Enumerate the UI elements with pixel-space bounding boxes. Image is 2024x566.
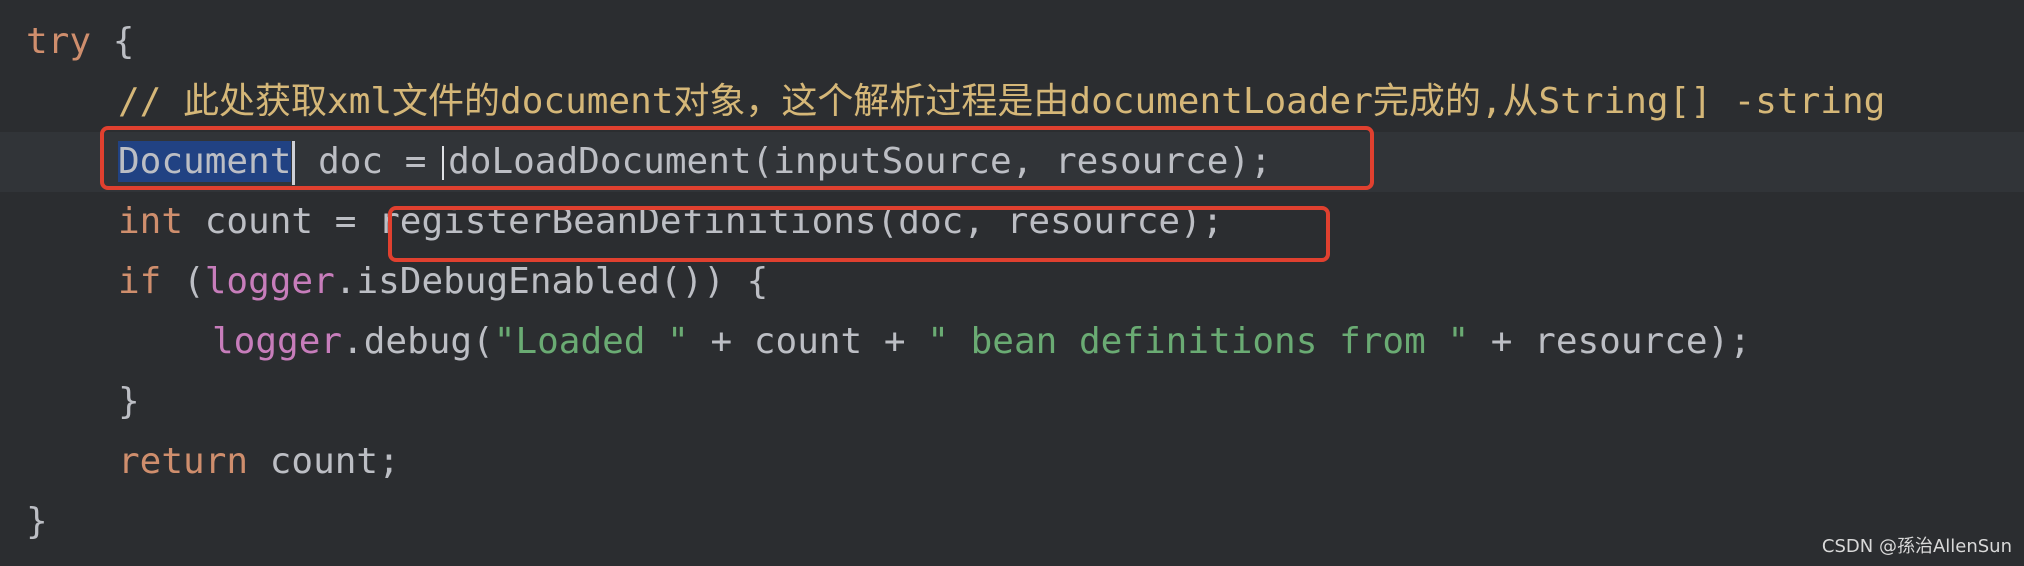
field-logger[interactable]: logger bbox=[205, 261, 335, 302]
string-literal: " bean definitions from " bbox=[927, 321, 1470, 362]
highlight-box-register bbox=[388, 206, 1330, 262]
code-paren: ( bbox=[161, 261, 205, 302]
code-concat-end: + resource); bbox=[1469, 321, 1751, 362]
code-editor[interactable]: try { // 此处获取xml文件的document对象，这个解析过程是由do… bbox=[0, 0, 2024, 566]
code-concat: + count + bbox=[688, 321, 928, 362]
keyword-try: try bbox=[26, 21, 92, 62]
keyword-int: int bbox=[118, 201, 184, 242]
highlight-box-doload bbox=[100, 126, 1374, 190]
code-line-1[interactable]: try { bbox=[0, 12, 134, 72]
close-brace: } bbox=[118, 381, 140, 422]
code-line-7[interactable]: } bbox=[0, 372, 140, 432]
field-logger[interactable]: logger bbox=[212, 321, 342, 362]
open-brace: { bbox=[91, 21, 135, 62]
code-isdebug-call: .isDebugEnabled()) { bbox=[334, 261, 769, 302]
watermark: CSDN @孫治AllenSun bbox=[1821, 536, 2012, 557]
code-debug-call: .debug( bbox=[342, 321, 494, 362]
code-line-2[interactable]: // 此处获取xml文件的document对象，这个解析过程是由document… bbox=[0, 72, 1885, 132]
keyword-if: if bbox=[118, 261, 162, 302]
code-return-value: count; bbox=[248, 441, 400, 482]
keyword-return: return bbox=[118, 441, 249, 482]
close-brace: } bbox=[26, 501, 48, 542]
code-line-6[interactable]: logger.debug("Loaded " + count + " bean … bbox=[0, 312, 1751, 372]
code-comment: // 此处获取xml文件的document对象，这个解析过程是由document… bbox=[118, 81, 1886, 122]
code-count-assign: count = bbox=[183, 201, 379, 242]
string-literal: "Loaded " bbox=[493, 321, 689, 362]
code-line-9[interactable]: } bbox=[0, 492, 48, 552]
code-line-8[interactable]: return count; bbox=[0, 432, 400, 492]
